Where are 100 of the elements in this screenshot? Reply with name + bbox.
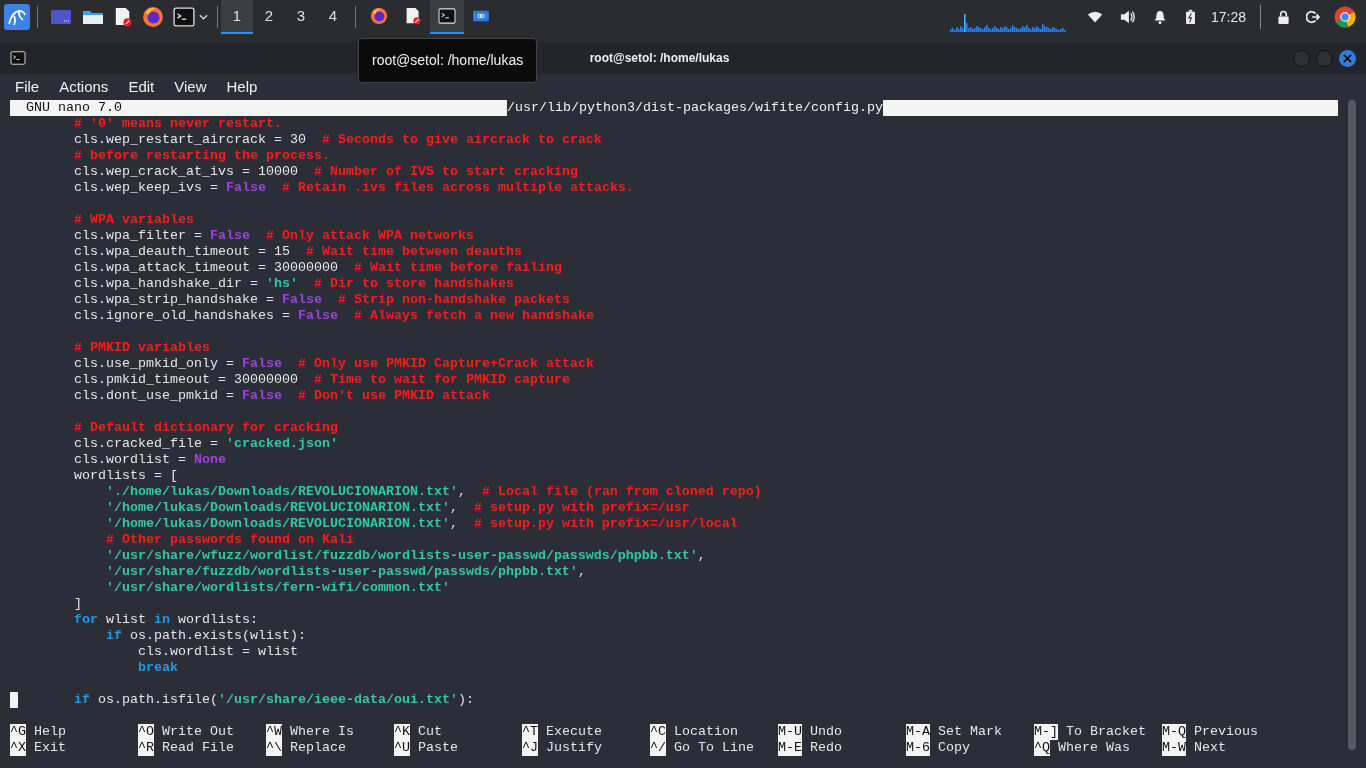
shortcut-label: Paste	[418, 740, 458, 756]
shortcut-label: Replace	[290, 740, 346, 756]
firefox-icon[interactable]	[142, 6, 164, 28]
shortcut-label: Justify	[546, 740, 602, 756]
code-line: '/home/lukas/Downloads/REVOLUCIONARION.txt', # setup.py with prefix=/usr	[104, 500, 690, 516]
code-line: cls.use_pmkid_only = False # Only use PMKID Capture+Crack attack	[73, 356, 594, 372]
file-path: /usr/lib/python3/dist-packages/wifite/config.py	[507, 100, 883, 116]
firefox-icon[interactable]	[370, 7, 388, 25]
shortcut-key: ^Q	[1034, 740, 1050, 756]
remote-desktop-icon[interactable]	[472, 9, 490, 23]
code-line: cls.wpa_attack_timeout = 30000000 # Wait time before failing	[73, 260, 562, 276]
workspace-tab[interactable]: 2	[253, 0, 285, 34]
workspace-tab[interactable]: 4	[317, 0, 349, 34]
logout-icon[interactable]	[1306, 10, 1320, 24]
code-line: '/usr/share/wfuzz/wordlist/fuzzdb/wordlists-user-passwd/passwds/phpbb.txt',	[104, 548, 706, 564]
clock[interactable]: 17:28	[1210, 6, 1246, 28]
bell-icon[interactable]	[1152, 9, 1167, 25]
shortcut-key: M-]	[1034, 724, 1058, 740]
close-icon	[1343, 53, 1352, 63]
shortcut-label: Where Was	[1058, 740, 1130, 756]
task-button[interactable]	[430, 0, 464, 34]
wifi-icon[interactable]	[1086, 10, 1103, 24]
code-line: '/usr/share/wordlists/fern-wifi/common.txt'	[104, 580, 450, 596]
code-line: cls.wpa_deauth_timeout = 15 # Wait time between deauths	[73, 244, 522, 260]
menu-item[interactable]: Actions	[50, 75, 118, 99]
code-line: if os.path.exists(wlist):	[104, 628, 306, 644]
code-line: cls.wordlist = None	[73, 452, 226, 468]
shortcut-key: M-W	[1162, 740, 1186, 756]
shortcut-label: Undo	[810, 724, 842, 740]
code-line: # Other passwords found on Kali	[104, 532, 354, 548]
volume-icon[interactable]	[1118, 9, 1137, 25]
shortcut-key: ^G	[10, 724, 26, 740]
code-line: cls.pmkid_timeout = 30000000 # Time to wait for PMKID capture	[73, 372, 570, 388]
shortcut-key: ^U	[394, 740, 410, 756]
shortcut-key: M-E	[778, 740, 802, 756]
document-edit-icon[interactable]	[114, 7, 132, 27]
menu-item[interactable]: Edit	[119, 75, 164, 99]
code-line: cls.wep_restart_aircrack = 30 # Seconds to give aircrack to crack	[73, 132, 602, 148]
shortcut-label: Redo	[810, 740, 842, 756]
code-line: for wlist in wordlists:	[73, 612, 258, 628]
code-line: wordlists = [	[73, 468, 178, 484]
shortcut-key: M-Q	[1162, 724, 1186, 740]
shortcut-label: Exit	[34, 740, 66, 756]
close-button[interactable]	[1339, 49, 1356, 67]
shortcut-key: M-6	[906, 740, 930, 756]
document-edit-icon[interactable]	[405, 7, 421, 25]
terminal-icon[interactable]	[173, 7, 195, 27]
menu-item[interactable]: File	[6, 75, 49, 99]
folder-icon[interactable]	[82, 8, 104, 26]
code-line: cls.cracked_file = 'cracked.json'	[73, 436, 338, 452]
scrollbar[interactable]	[1348, 100, 1356, 750]
shortcut-key: ^T	[522, 724, 538, 740]
code-line: ]	[73, 596, 82, 612]
battery-icon[interactable]	[1184, 9, 1196, 25]
chrome-icon[interactable]	[1334, 6, 1356, 28]
shortcut-label: Where Is	[290, 724, 354, 740]
shortcut-label: Read File	[162, 740, 234, 756]
window-title: root@setol: /home/lukas	[589, 50, 730, 67]
shortcut-key: ^K	[394, 724, 410, 740]
terminal-icon[interactable]	[10, 51, 26, 65]
shortcut-label: Set Mark	[938, 724, 1002, 740]
tooltip: root@setol: /home/lukas	[358, 38, 538, 83]
code-line: cls.wordlist = wlist	[136, 644, 298, 660]
shortcut-key: ^J	[522, 740, 538, 756]
code-line: cls.wpa_filter = False # Only attack WPA networks	[73, 228, 474, 244]
workspace-tab[interactable]: 1	[221, 0, 253, 34]
shortcut-key: ^\	[266, 740, 282, 756]
kali-logo-icon[interactable]	[4, 4, 30, 30]
code-line: # Default dictionary for cracking	[73, 420, 338, 436]
shortcut-key: ^W	[266, 724, 282, 740]
chevron-down-icon[interactable]	[199, 14, 208, 20]
code-line: if os.path.isfile('/usr/share/ieee-data/oui.txt'):	[73, 692, 474, 708]
code-line: cls.wpa_handshake_dir = 'hs' # Dir to store handshakes	[73, 276, 514, 292]
code-line: cls.ignore_old_handshakes = False # Always fetch a new handshake	[73, 308, 594, 324]
editor-name: GNU nano 7.0	[26, 100, 122, 115]
shortcut-label: To Bracket	[1066, 724, 1146, 740]
code-line: cls.wep_crack_at_ivs = 10000 # Number of IVS to start cracking	[73, 164, 578, 180]
shortcut-key: ^R	[138, 740, 154, 756]
code-line: # WPA variables	[73, 212, 194, 228]
shortcut-key: ^O	[138, 724, 154, 740]
code-line: break	[136, 660, 178, 676]
terminal-icon[interactable]	[438, 8, 456, 24]
shortcut-label: Previous	[1194, 724, 1258, 740]
shortcut-label: Execute	[546, 724, 602, 740]
menu-item[interactable]: View	[165, 75, 216, 99]
shortcut-key: ^/	[650, 740, 666, 756]
code-line: '/usr/share/fuzzdb/wordlists-user-passwd/passwds/phpbb.txt',	[104, 564, 586, 580]
shortcut-label: Cut	[418, 724, 442, 740]
shortcut-key: ^X	[10, 740, 26, 756]
shortcut-key: M-A	[906, 724, 930, 740]
code-line: '/home/lukas/Downloads/REVOLUCIONARION.txt', # setup.py with prefix=/usr/local	[104, 516, 738, 532]
shortcut-label: Help	[34, 724, 66, 740]
shortcut-label: Write Out	[162, 724, 234, 740]
lock-icon[interactable]	[1277, 9, 1290, 25]
workspace-tab[interactable]: 3	[285, 0, 317, 34]
code-line: cls.dont_use_pmkid = False # Don't use PMKID attack	[73, 388, 490, 404]
shortcut-key: ^C	[650, 724, 666, 740]
menu-item[interactable]: Help	[217, 75, 267, 99]
shortcut-label: Location	[674, 724, 738, 740]
shortcut-label: Next	[1194, 740, 1226, 756]
